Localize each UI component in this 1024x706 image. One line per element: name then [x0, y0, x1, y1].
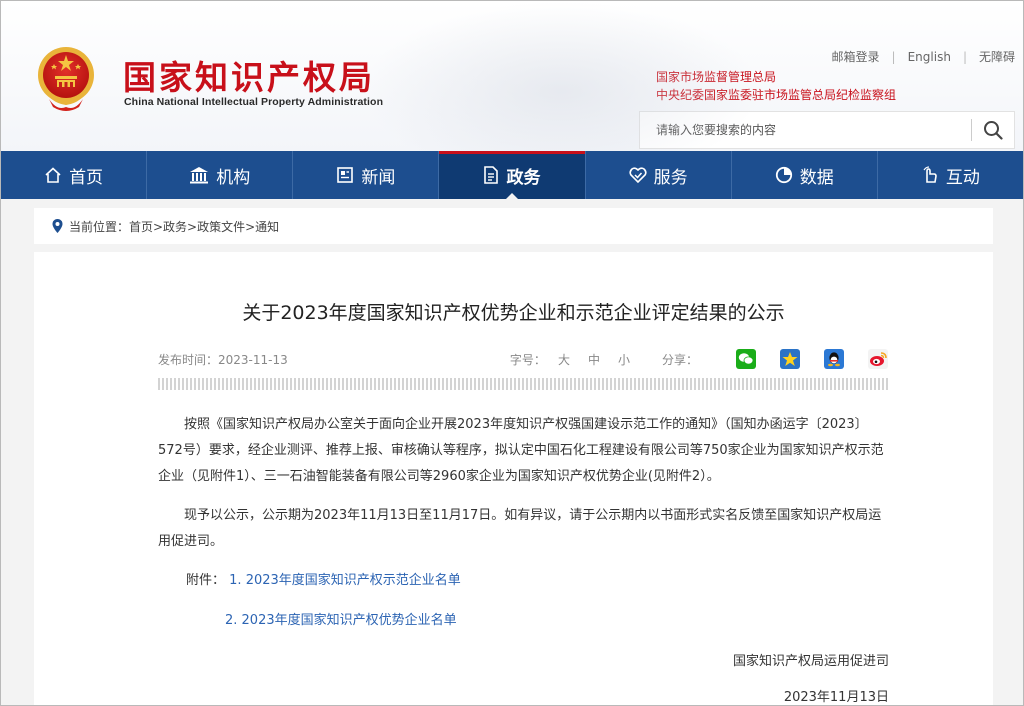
breadcrumb-text[interactable]: 当前位置：首页>政务>政策文件>通知 — [69, 218, 279, 235]
search-input[interactable] — [640, 112, 971, 148]
wechat-icon[interactable] — [736, 349, 756, 369]
service-icon — [629, 166, 647, 184]
meta-divider — [158, 378, 888, 390]
body-paragraph: 现予以公示，公示期为2023年11月13日至11月17日。如有异议，请于公示期内… — [158, 508, 882, 549]
nav-item-interaction[interactable]: 互动 — [878, 151, 1023, 199]
search-icon — [984, 121, 1003, 140]
signature-date: 2023年11月13日 — [783, 690, 889, 705]
org-link-samr[interactable]: 国家市场监督管理总局 — [656, 68, 776, 85]
news-icon — [336, 166, 354, 184]
attachment-link-2[interactable]: 2. 2023年度国家知识产权优势企业名单 — [225, 613, 457, 628]
search-box — [639, 111, 1015, 149]
hand-icon — [921, 166, 939, 184]
font-size-control: 字号： 大 中 小 — [510, 351, 630, 368]
nav-label: 政务 — [506, 167, 541, 188]
institution-icon — [189, 166, 209, 184]
site-name-en: China National Intellectual Property Adm… — [124, 96, 384, 108]
attachment-label: 附件： — [186, 573, 226, 588]
nav-label: 新闻 — [361, 167, 396, 188]
font-size-large[interactable]: 大 — [558, 351, 570, 368]
breadcrumb: 当前位置：首页>政务>政策文件>通知 — [34, 208, 993, 244]
nav-item-home[interactable]: 首页 — [1, 151, 148, 199]
document-icon — [483, 166, 499, 184]
home-icon — [44, 166, 62, 184]
accessibility-link[interactable]: 无障碍 — [979, 48, 1015, 65]
nav-label: 服务 — [653, 167, 688, 188]
nav-label: 互动 — [945, 167, 980, 188]
weibo-icon[interactable] — [868, 349, 888, 369]
nav-item-data[interactable]: 数据 — [732, 151, 878, 199]
favorite-icon[interactable] — [780, 349, 800, 369]
nav-label: 首页 — [69, 167, 104, 188]
org-link-discipline[interactable]: 中央纪委国家监委驻市场监管总局纪检监察组 — [656, 86, 896, 103]
chart-icon — [775, 166, 793, 184]
site-header: 国家知识产权局 China National Intellectual Prop… — [1, 1, 1023, 151]
search-button[interactable] — [972, 112, 1014, 148]
article: 关于2023年度国家知识产权优势企业和示范企业评定结果的公示 发布时间：2023… — [34, 252, 993, 705]
publish-date: 发布时间：2023-11-13 — [158, 352, 288, 367]
link-divider: | — [962, 49, 967, 64]
share-bar: 分享： — [662, 349, 888, 369]
location-pin-icon — [52, 219, 63, 233]
font-size-medium[interactable]: 中 — [588, 351, 600, 368]
article-body: 按照《国家知识产权局办公室关于面向企业开展2023年度知识产权强国建设示范工作的… — [158, 412, 890, 555]
nav-item-institution[interactable]: 机构 — [147, 151, 294, 199]
body-paragraph: 按照《国家知识产权局办公室关于面向企业开展2023年度知识产权强国建设示范工作的… — [158, 417, 884, 484]
article-title: 关于2023年度国家知识产权优势企业和示范企业评定结果的公示 — [242, 302, 785, 324]
attachment-item-2: 2. 2023年度国家知识产权优势企业名单 — [225, 609, 457, 628]
nav-item-service[interactable]: 服务 — [586, 151, 732, 199]
qq-icon[interactable] — [824, 349, 844, 369]
attachment-list: 附件： 1. 2023年度国家知识产权示范企业名单 — [186, 569, 461, 588]
attachment-link-1[interactable]: 1. 2023年度国家知识产权示范企业名单 — [229, 573, 461, 588]
font-size-small[interactable]: 小 — [618, 351, 630, 368]
page-frame: 国家知识产权局 China National Intellectual Prop… — [0, 0, 1024, 706]
nav-item-news[interactable]: 新闻 — [293, 151, 440, 199]
english-link[interactable]: English — [908, 50, 951, 64]
top-links: 邮箱登录 | English | 无障碍 — [832, 48, 1015, 65]
nav-label: 数据 — [799, 167, 834, 188]
nav-item-affairs[interactable]: 政务 — [439, 151, 586, 200]
nav-label: 机构 — [216, 167, 251, 188]
main-nav: 首页 机构 新闻 政务 服务 数据 互动 — [1, 151, 1023, 200]
mail-login-link[interactable]: 邮箱登录 — [832, 48, 880, 65]
share-label: 分享： — [661, 352, 698, 367]
font-size-label: 字号： — [509, 352, 546, 367]
national-emblem-icon — [38, 47, 94, 111]
site-name-cn: 国家知识产权局 — [123, 58, 375, 97]
article-meta: 发布时间：2023-11-13 字号： 大 中 小 分享： — [158, 349, 888, 369]
signature: 国家知识产权局运用促进司 — [732, 654, 889, 669]
link-divider: | — [891, 49, 896, 64]
